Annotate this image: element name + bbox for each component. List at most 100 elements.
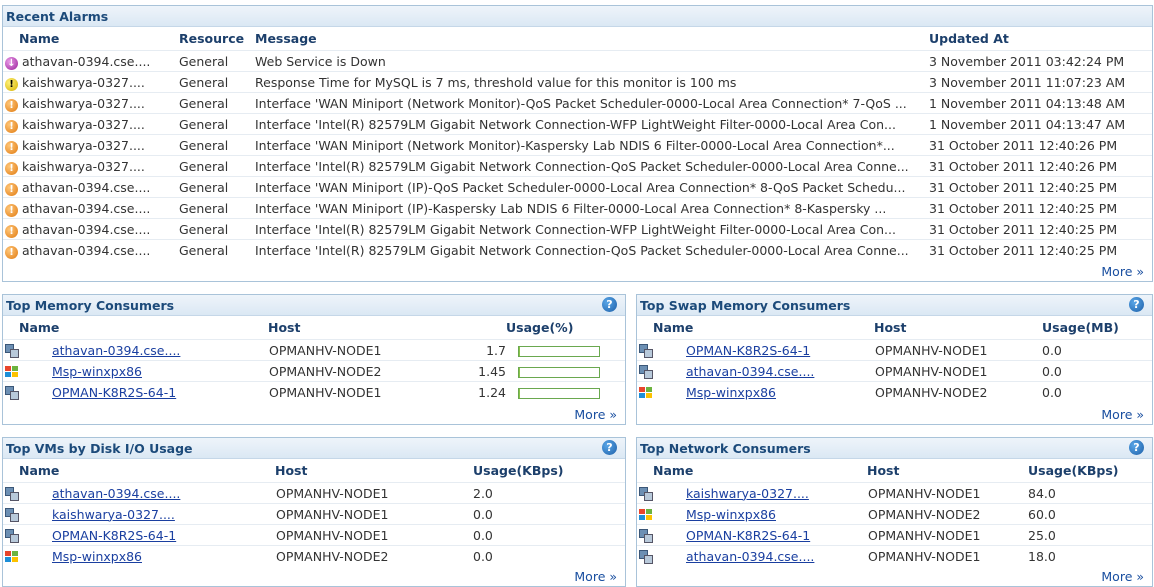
name-cell: athavan-0394.cse....: [653, 360, 874, 382]
help-icon[interactable]: ?: [602, 297, 617, 312]
alarm-message[interactable]: Response Time for MySQL is 7 ms, thresho…: [255, 71, 929, 93]
col-name[interactable]: Name: [653, 459, 867, 483]
col-message[interactable]: Message: [255, 27, 929, 51]
col-name[interactable]: Name: [19, 27, 179, 51]
alarm-name-cell[interactable]: kaishwarya-0327....: [19, 113, 179, 135]
usage-bar-fill: [519, 388, 520, 398]
table-row[interactable]: athavan-0394.cse.... OPMANHV-NODE1 18.0: [637, 545, 1152, 566]
top-memory-more-link[interactable]: More »: [574, 407, 617, 422]
table-row[interactable]: athavan-0394.cse.... OPMANHV-NODE1 1.7: [3, 339, 625, 361]
col-host[interactable]: Host: [268, 316, 468, 340]
alarm-name-cell[interactable]: kaishwarya-0327....: [19, 92, 179, 114]
table-row[interactable]: OPMAN-K8R2S-64-1 OPMANHV-NODE1 25.0: [637, 524, 1152, 546]
vm-name-link[interactable]: Msp-winxpx86: [52, 364, 142, 379]
alarm-name[interactable]: kaishwarya-0327....: [22, 138, 145, 153]
vm-name-link[interactable]: athavan-0394.cse....: [686, 364, 814, 379]
table-row[interactable]: Msp-winxpx86 OPMANHV-NODE2 0.0: [3, 545, 625, 566]
alarm-message[interactable]: Interface 'Intel(R) 82579LM Gigabit Netw…: [255, 155, 929, 177]
top-swap-more-link[interactable]: More »: [1101, 407, 1144, 422]
alarm-name-cell[interactable]: athavan-0394.cse....: [19, 50, 179, 72]
col-usage[interactable]: Usage(MB): [1042, 316, 1152, 340]
vm-name-link[interactable]: OPMAN-K8R2S-64-1: [52, 528, 176, 543]
alarm-name[interactable]: athavan-0394.cse....: [22, 222, 150, 237]
alarm-message[interactable]: Web Service is Down: [255, 50, 929, 72]
alarm-name-cell[interactable]: athavan-0394.cse....: [19, 239, 179, 260]
top-swap-panel: Top Swap Memory Consumers ? Name Host Us…: [636, 294, 1153, 425]
alarm-row[interactable]: ! athavan-0394.cse.... General Interface 'W…: [3, 176, 1152, 198]
warning-alarm-icon: !: [5, 99, 18, 112]
alarm-row[interactable]: ! kaishwarya-0327.... General Interface 'In…: [3, 155, 1152, 177]
alarm-row[interactable]: ! kaishwarya-0327.... General Response Time…: [3, 71, 1152, 93]
top-disk-more-link[interactable]: More »: [574, 569, 617, 584]
col-name[interactable]: Name: [19, 316, 268, 340]
vm-name-link[interactable]: OPMAN-K8R2S-64-1: [52, 385, 176, 400]
col-updated-at[interactable]: Updated At: [929, 27, 1152, 51]
vm-name-link[interactable]: OPMAN-K8R2S-64-1: [686, 528, 810, 543]
alarm-message[interactable]: Interface 'WAN Miniport (Network Monitor…: [255, 134, 929, 156]
vm-name-link[interactable]: athavan-0394.cse....: [52, 486, 180, 501]
help-icon[interactable]: ?: [602, 440, 617, 455]
col-host[interactable]: Host: [867, 459, 1028, 483]
alarm-message[interactable]: Interface 'Intel(R) 82579LM Gigabit Netw…: [255, 113, 929, 135]
help-icon[interactable]: ?: [1129, 440, 1144, 455]
table-row[interactable]: kaishwarya-0327.... OPMANHV-NODE1 84.0: [637, 482, 1152, 504]
alarm-row[interactable]: ! athavan-0394.cse.... General Interface 'I…: [3, 218, 1152, 240]
alarm-message[interactable]: Interface 'Intel(R) 82579LM Gigabit Netw…: [255, 218, 929, 240]
vm-name-link[interactable]: kaishwarya-0327....: [52, 507, 175, 522]
table-row[interactable]: athavan-0394.cse.... OPMANHV-NODE1 2.0: [3, 482, 625, 504]
alarm-name[interactable]: athavan-0394.cse....: [22, 54, 150, 69]
col-name[interactable]: Name: [653, 316, 874, 340]
table-row[interactable]: kaishwarya-0327.... OPMANHV-NODE1 0.0: [3, 503, 625, 525]
alarm-message[interactable]: Interface 'WAN Miniport (IP)-QoS Packet …: [255, 176, 929, 198]
alarm-name-cell[interactable]: kaishwarya-0327....: [19, 134, 179, 156]
alarm-name-cell[interactable]: kaishwarya-0327....: [19, 155, 179, 177]
vm-name-link[interactable]: athavan-0394.cse....: [686, 549, 814, 564]
col-name[interactable]: Name: [19, 459, 275, 483]
help-icon[interactable]: ?: [1129, 297, 1144, 312]
alarm-name-cell[interactable]: kaishwarya-0327....: [19, 71, 179, 93]
table-row[interactable]: OPMAN-K8R2S-64-1 OPMANHV-NODE1 0.0: [637, 339, 1152, 361]
col-usage[interactable]: Usage(KBps): [473, 459, 625, 483]
table-row[interactable]: OPMAN-K8R2S-64-1 OPMANHV-NODE1 1.24: [3, 381, 625, 402]
vm-name-link[interactable]: OPMAN-K8R2S-64-1: [686, 343, 810, 358]
vm-name-link[interactable]: Msp-winxpx86: [686, 385, 776, 400]
alarm-name[interactable]: kaishwarya-0327....: [22, 159, 145, 174]
table-row[interactable]: OPMAN-K8R2S-64-1 OPMANHV-NODE1 0.0: [3, 524, 625, 546]
top-network-more-link[interactable]: More »: [1101, 569, 1144, 584]
alarm-name[interactable]: kaishwarya-0327....: [22, 96, 145, 111]
alarm-name-cell[interactable]: athavan-0394.cse....: [19, 218, 179, 240]
alarm-row[interactable]: ! kaishwarya-0327.... General Interface 'WA…: [3, 134, 1152, 156]
alarm-name[interactable]: athavan-0394.cse....: [22, 180, 150, 195]
top-swap-table: Name Host Usage(MB) OPMAN-K8R2S-64-1 OPMA…: [637, 316, 1152, 402]
col-usage[interactable]: Usage(%): [468, 316, 625, 340]
col-usage[interactable]: Usage(KBps): [1028, 459, 1152, 483]
alarm-name[interactable]: athavan-0394.cse....: [22, 201, 150, 216]
alarm-message[interactable]: Interface 'WAN Miniport (Network Monitor…: [255, 92, 929, 114]
top-disk-table: Name Host Usage(KBps) athavan-0394.cse..…: [3, 459, 625, 566]
vm-name-link[interactable]: Msp-winxpx86: [686, 507, 776, 522]
alarm-row[interactable]: ! athavan-0394.cse.... General Interface 'I…: [3, 239, 1152, 260]
alarm-row[interactable]: ! kaishwarya-0327.... General Interface 'In…: [3, 113, 1152, 135]
alarm-name[interactable]: kaishwarya-0327....: [22, 117, 145, 132]
alarm-row[interactable]: ! kaishwarya-0327.... General Interface 'WA…: [3, 92, 1152, 114]
alarm-updated: 31 October 2011 12:40:26 PM: [929, 155, 1152, 177]
recent-alarms-more-link[interactable]: More »: [1101, 264, 1144, 279]
table-row[interactable]: Msp-winxpx86 OPMANHV-NODE2 0.0: [637, 381, 1152, 402]
col-host[interactable]: Host: [275, 459, 473, 483]
alarm-name[interactable]: athavan-0394.cse....: [22, 243, 150, 258]
table-row[interactable]: Msp-winxpx86 OPMANHV-NODE2 1.45: [3, 360, 625, 382]
alarm-message[interactable]: Interface 'Intel(R) 82579LM Gigabit Netw…: [255, 239, 929, 260]
alarm-name[interactable]: kaishwarya-0327....: [22, 75, 145, 90]
col-resource[interactable]: Resource: [179, 27, 255, 51]
alarm-row[interactable]: ↓ athavan-0394.cse.... General Web Service …: [3, 50, 1152, 72]
vm-name-link[interactable]: athavan-0394.cse....: [52, 343, 180, 358]
vm-name-link[interactable]: Msp-winxpx86: [52, 549, 142, 564]
alarm-message[interactable]: Interface 'WAN Miniport (IP)-Kaspersky L…: [255, 197, 929, 219]
table-row[interactable]: athavan-0394.cse.... OPMANHV-NODE1 0.0: [637, 360, 1152, 382]
table-row[interactable]: Msp-winxpx86 OPMANHV-NODE2 60.0: [637, 503, 1152, 525]
alarm-row[interactable]: ! athavan-0394.cse.... General Interface 'W…: [3, 197, 1152, 219]
alarm-name-cell[interactable]: athavan-0394.cse....: [19, 197, 179, 219]
vm-name-link[interactable]: kaishwarya-0327....: [686, 486, 809, 501]
col-host[interactable]: Host: [874, 316, 1042, 340]
alarm-name-cell[interactable]: athavan-0394.cse....: [19, 176, 179, 198]
